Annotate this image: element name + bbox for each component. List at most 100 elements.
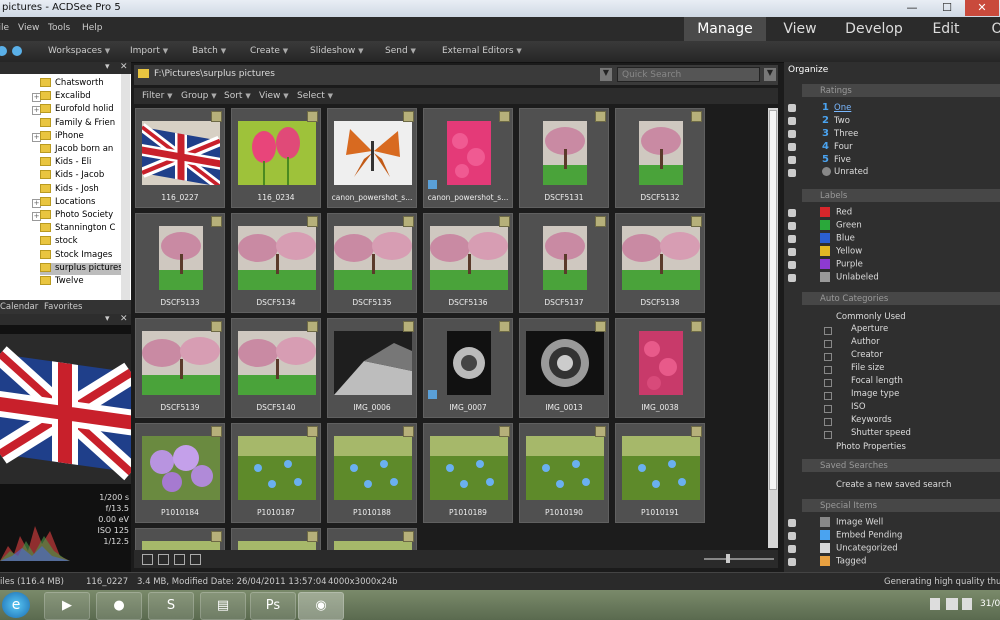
auto-category-item[interactable]: Author [851, 337, 880, 349]
slider-handle[interactable] [726, 554, 730, 563]
include-toggle-icon[interactable] [788, 235, 796, 243]
documents-icon[interactable]: ▤ [200, 592, 246, 620]
media-player-icon[interactable]: ▶ [44, 592, 90, 620]
create-saved-search-link[interactable]: Create a new saved search [836, 480, 951, 492]
thumbnail-item[interactable]: IMG_0007 [423, 318, 513, 418]
tab-develop[interactable]: Develop [836, 17, 912, 41]
folder-item[interactable]: stock [40, 236, 78, 248]
batch-menu[interactable]: Batch ▼ [192, 46, 226, 56]
thumbnail-item[interactable]: IMG_0038 [615, 318, 705, 418]
back-icon[interactable] [0, 46, 7, 56]
expander-icon[interactable] [824, 431, 832, 439]
thumbnail-item[interactable]: P1010191 [615, 423, 705, 523]
forward-icon[interactable] [12, 46, 22, 56]
folder-item[interactable]: Stannington C [40, 223, 115, 235]
rating-item[interactable]: 1 One [822, 102, 851, 114]
labels-section-header[interactable]: Labels [802, 189, 1000, 202]
thumbnail-item[interactable]: IMG_0006 [327, 318, 417, 418]
expander-icon[interactable] [824, 327, 832, 335]
include-toggle-icon[interactable] [788, 248, 796, 256]
folder-item[interactable]: Jacob born an [40, 144, 113, 156]
auto-category-item[interactable]: Creator [851, 350, 883, 362]
folder-tree-scrollbar[interactable] [121, 74, 130, 300]
thumbnail-item[interactable]: P1010189 [423, 423, 513, 523]
folder-item[interactable]: Kids - Jacob [40, 170, 104, 182]
thumbnail-item[interactable]: DSCF5138 [615, 213, 705, 313]
rating-item[interactable]: 2 Two [822, 115, 850, 127]
maximize-button[interactable]: ☐ [930, 0, 964, 16]
view-menu[interactable]: View ▼ [259, 91, 289, 101]
tab-favorites[interactable]: Favorites [44, 302, 82, 312]
select-menu[interactable]: Select ▼ [297, 91, 333, 101]
slideshow-menu[interactable]: Slideshow ▼ [310, 46, 364, 56]
label-item[interactable]: Purple [820, 259, 863, 271]
rating-item[interactable]: 3 Three [822, 128, 858, 140]
special-item[interactable]: Uncategorized [820, 543, 898, 555]
auto-category-item[interactable]: ISO [851, 402, 866, 414]
external-editors-menu[interactable]: External Editors ▼ [442, 46, 522, 56]
include-toggle-icon[interactable] [788, 209, 796, 217]
expander-icon[interactable] [824, 392, 832, 400]
thumbnail-item[interactable]: P1010188 [327, 423, 417, 523]
expander-icon[interactable] [824, 405, 832, 413]
include-toggle-icon[interactable] [788, 558, 796, 566]
import-menu[interactable]: Import ▼ [130, 46, 168, 56]
include-toggle-icon[interactable] [788, 169, 796, 177]
scrollbar-thumb[interactable] [769, 110, 777, 490]
thumbnail-size-slider[interactable] [704, 558, 774, 560]
thumbnail-item[interactable]: P1010187 [231, 423, 321, 523]
folder-item[interactable]: Photo Society [40, 210, 113, 222]
thumbnail-item[interactable]: P1010190 [519, 423, 609, 523]
network-tray-icon[interactable] [946, 598, 958, 610]
firefox-icon[interactable]: ● [96, 592, 142, 620]
expander-icon[interactable] [824, 366, 832, 374]
tab-view[interactable]: View [770, 17, 830, 41]
folder-item[interactable]: Kids - Josh [40, 183, 99, 196]
thumbnail-item[interactable]: canon_powershot_s... [423, 108, 513, 208]
special-item[interactable]: Embed Pending [820, 530, 902, 542]
folder-item[interactable]: Stock Images [40, 249, 112, 262]
include-toggle-icon[interactable] [788, 117, 796, 125]
include-toggle-icon[interactable] [788, 274, 796, 282]
tab-manage[interactable]: Manage [684, 17, 766, 41]
include-toggle-icon[interactable] [788, 261, 796, 269]
send-menu[interactable]: Send ▼ [385, 46, 416, 56]
close-button[interactable]: ✕ [965, 0, 999, 16]
include-toggle-icon[interactable] [788, 143, 796, 151]
thumbnail-item[interactable]: DSCF5135 [327, 213, 417, 313]
list-mode-icon[interactable] [190, 554, 201, 565]
acdsee-icon[interactable]: ◉ [298, 592, 344, 620]
auto-category-item[interactable]: Focal length [851, 376, 903, 388]
expander-icon[interactable] [824, 340, 832, 348]
auto-categories-section-header[interactable]: Auto Categories [802, 292, 1000, 305]
menu-file[interactable]: File [0, 23, 9, 33]
thumbnail-item[interactable]: DSCF5139 [135, 318, 225, 418]
auto-category-item[interactable]: Image type [851, 389, 899, 401]
folder-item[interactable]: Locations [40, 196, 95, 209]
photoshop-icon[interactable]: Ps [250, 592, 296, 620]
minimize-button[interactable]: — [895, 0, 929, 16]
thumbnail-item[interactable]: DSCF5132 [615, 108, 705, 208]
file-list-scrollbar[interactable] [768, 108, 778, 548]
thumbnail-item[interactable]: DSCF5134 [231, 213, 321, 313]
thumbnail-item[interactable]: P1010184 [135, 423, 225, 523]
thumbnail-item[interactable]: DSCF5131 [519, 108, 609, 208]
thumbnail-item[interactable]: 116_0234 [231, 108, 321, 208]
quick-search-input[interactable]: Quick Search [617, 67, 760, 82]
label-item[interactable]: Blue [820, 233, 855, 245]
folder-item[interactable]: Kids - Eli [40, 157, 91, 169]
expander-icon[interactable] [824, 379, 832, 387]
folder-item[interactable]: surplus pictures [40, 262, 130, 275]
thumbnail-item[interactable]: DSCF5136 [423, 213, 513, 313]
tab-calendar[interactable]: Calendar [0, 302, 38, 312]
menu-help[interactable]: Help [82, 23, 103, 33]
details-mode-icon[interactable] [174, 554, 185, 565]
folder-item[interactable]: Chatsworth [40, 78, 104, 90]
workspaces-menu[interactable]: Workspaces ▼ [48, 46, 110, 56]
saved-searches-section-header[interactable]: Saved Searches [802, 459, 1000, 472]
thumbnail-mode-icon[interactable] [158, 554, 169, 565]
view-mode-icon[interactable] [142, 554, 153, 565]
auto-category-item[interactable]: Keywords [851, 415, 892, 427]
thumbnail-item[interactable]: canon_powershot_s... [327, 108, 417, 208]
close-icon[interactable]: ✕ [120, 314, 128, 324]
